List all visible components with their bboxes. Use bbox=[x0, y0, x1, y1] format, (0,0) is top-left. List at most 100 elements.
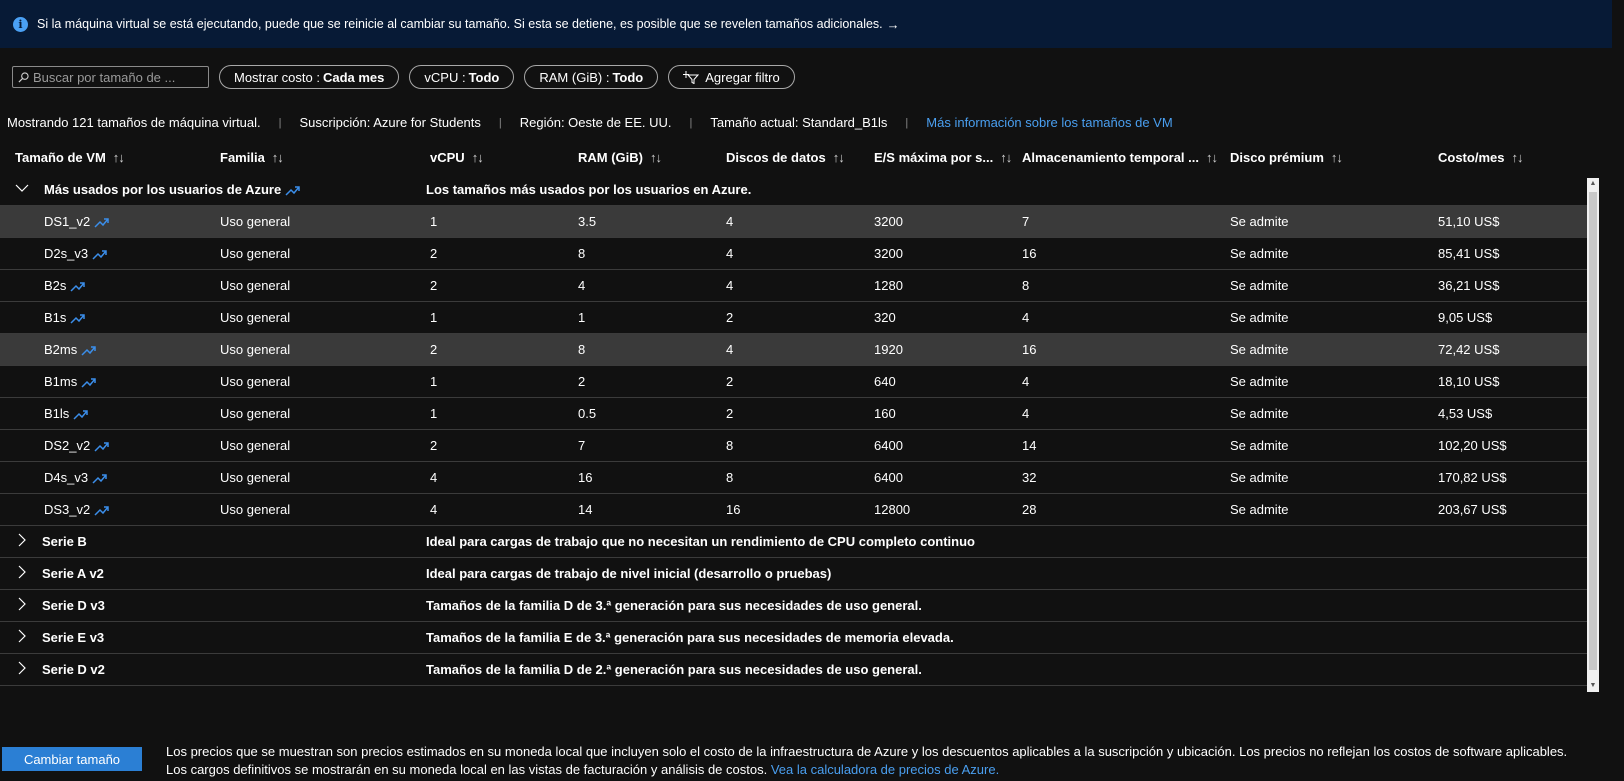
group-description: Tamaños de la familia D de 2.ª generació… bbox=[426, 662, 922, 677]
scroll-thumb[interactable] bbox=[1589, 192, 1597, 670]
column-header-label: Costo/mes bbox=[1438, 150, 1505, 165]
filter-bar: Mostrar costo :Cada mes vCPU :Todo RAM (… bbox=[12, 65, 805, 89]
group-row[interactable]: Serie B Ideal para cargas de trabajo que … bbox=[0, 526, 1588, 558]
column-header-label: RAM (GiB) bbox=[578, 150, 643, 165]
vcpu-cell: 2 bbox=[430, 438, 438, 453]
family-cell: Uso general bbox=[220, 342, 291, 357]
sort-icon: ↑↓ bbox=[271, 150, 284, 165]
scroll-up-icon[interactable]: ▲ bbox=[1587, 178, 1599, 190]
group-row[interactable]: Serie E v3 Tamaños de la familia E de 3.ª… bbox=[0, 622, 1588, 654]
trending-icon bbox=[92, 474, 107, 484]
ram-filter-label: RAM (GiB) : bbox=[539, 69, 610, 85]
vcpu-filter-pill[interactable]: vCPU : Todo bbox=[409, 65, 515, 89]
family-cell: Uso general bbox=[220, 406, 291, 421]
vm-size-cell: B2ms bbox=[44, 342, 97, 357]
family-cell: Uso general bbox=[220, 502, 291, 517]
table-row[interactable]: B1ls Uso general 1 0.5 2 160 4 Se admite 4,53 US… bbox=[0, 398, 1588, 430]
ram-cell: 3.5 bbox=[578, 214, 597, 229]
sort-icon: ↑↓ bbox=[1000, 150, 1012, 165]
cost-filter-pill[interactable]: Mostrar costo : Cada mes bbox=[219, 65, 400, 89]
vm-sizes-info-link[interactable]: Más información sobre los tamaños de VM bbox=[926, 115, 1172, 130]
chevron-right-icon[interactable] bbox=[15, 533, 29, 547]
sort-icon: ↑↓ bbox=[1511, 150, 1523, 165]
vm-size-cell: B1s bbox=[44, 310, 86, 325]
vm-size-name: D2s_v3 bbox=[44, 246, 89, 261]
table-row[interactable]: B1ms Uso general 1 2 2 640 4 Se admite 18,10 US$ bbox=[0, 366, 1588, 398]
chevron-right-icon[interactable] bbox=[15, 565, 29, 579]
arrow-right-icon[interactable]: → bbox=[887, 17, 900, 32]
vm-size-cell: D2s_v3 bbox=[44, 246, 108, 261]
group-row[interactable]: Tamaños de VM de almacenamiento no Premi… bbox=[0, 686, 1588, 692]
sort-icon: ↑↓ bbox=[832, 150, 845, 165]
search-box[interactable] bbox=[12, 66, 209, 88]
info-icon: i bbox=[13, 16, 28, 32]
pricing-calculator-link[interactable]: Vea la calculadora de precios de Azure. bbox=[771, 762, 999, 777]
premium-disk-cell: Se admite bbox=[1230, 374, 1289, 389]
table-row[interactable]: B2ms Uso general 2 8 4 1920 16 Se admite 72,42 U… bbox=[0, 334, 1588, 366]
vertical-scrollbar[interactable]: ▲ ▼ bbox=[1587, 178, 1599, 692]
max-iops-cell: 12800 bbox=[874, 502, 911, 517]
add-filter-button[interactable]: Agregar filtro bbox=[668, 65, 795, 89]
column-header-label: Almacenamiento temporal ... bbox=[1022, 150, 1199, 165]
vcpu-filter-value: Todo bbox=[468, 69, 500, 85]
chevron-right-icon[interactable] bbox=[15, 661, 29, 675]
column-header-vcpu[interactable]: vCPU ↑↓ bbox=[430, 150, 484, 165]
vm-size-cell: DS2_v2 bbox=[44, 438, 110, 453]
column-header-premium-disk[interactable]: Disco prémium ↑↓ bbox=[1230, 150, 1343, 165]
chevron-right-icon[interactable] bbox=[15, 597, 29, 611]
table-row[interactable]: DS2_v2 Uso general 2 7 8 6400 14 Se admite 102,2… bbox=[0, 430, 1588, 462]
ram-cell: 0.5 bbox=[578, 406, 597, 421]
group-description: Tamaños de la familia D de 3.ª generació… bbox=[426, 598, 922, 613]
table-row[interactable]: DS3_v2 Uso general 4 14 16 12800 28 Se admite 20… bbox=[0, 494, 1588, 526]
data-disks-cell: 16 bbox=[726, 502, 741, 517]
family-cell: Uso general bbox=[220, 310, 291, 325]
family-cell: Uso general bbox=[220, 470, 291, 485]
resize-button[interactable]: Cambiar tamaño bbox=[2, 747, 142, 771]
chevron-down-icon[interactable] bbox=[15, 181, 29, 195]
column-header-max-iops[interactable]: E/S máxima por s... ↑↓ bbox=[874, 150, 1012, 165]
table-row[interactable]: DS1_v2 Uso general 1 3.5 4 3200 7 Se admite 51,1… bbox=[0, 206, 1588, 238]
vm-size-cell: B1ms bbox=[44, 374, 97, 389]
ram-filter-pill[interactable]: RAM (GiB) : Todo bbox=[524, 65, 659, 89]
column-header-cost[interactable]: Costo/mes ↑↓ bbox=[1438, 150, 1523, 165]
group-row[interactable]: Serie D v3 Tamaños de la familia D de 3.ª… bbox=[0, 590, 1588, 622]
table-row[interactable]: B2s Uso general 2 4 4 1280 8 Se admite 36,21 US$ bbox=[0, 270, 1588, 302]
cost-cell: 9,05 US$ bbox=[1438, 310, 1493, 325]
vcpu-cell: 1 bbox=[430, 214, 438, 229]
ram-cell: 16 bbox=[578, 470, 593, 485]
column-header-temp-storage[interactable]: Almacenamiento temporal ... ↑↓ bbox=[1022, 150, 1218, 165]
column-header-size[interactable]: Tamaño de VM ↑↓ bbox=[15, 150, 125, 165]
ram-cell: 8 bbox=[578, 342, 586, 357]
vm-size-cell: DS1_v2 bbox=[44, 214, 110, 229]
group-name: Serie E v3 bbox=[42, 630, 105, 645]
column-header-ram[interactable]: RAM (GiB) ↑↓ bbox=[578, 150, 662, 165]
group-row-most-used[interactable]: Más usados por los usuarios de Azure Los… bbox=[0, 174, 1588, 206]
ram-cell: 7 bbox=[578, 438, 586, 453]
temp-storage-cell: 7 bbox=[1022, 214, 1030, 229]
group-description: Ideal para cargas de trabajo que no nece… bbox=[426, 534, 975, 549]
group-row[interactable]: Serie D v2 Tamaños de la familia D de 2.ª… bbox=[0, 654, 1588, 686]
max-iops-cell: 160 bbox=[874, 406, 896, 421]
current-size-info: Tamaño actual: Standard_B1ls bbox=[710, 115, 888, 130]
data-disks-cell: 8 bbox=[726, 438, 734, 453]
premium-disk-cell: Se admite bbox=[1230, 278, 1289, 293]
max-iops-cell: 6400 bbox=[874, 470, 903, 485]
table-row[interactable]: D4s_v3 Uso general 4 16 8 6400 32 Se admite 170,… bbox=[0, 462, 1588, 494]
column-header-data-disks[interactable]: Discos de datos ↑↓ bbox=[726, 150, 845, 165]
column-header-family[interactable]: Familia ↑↓ bbox=[220, 150, 284, 165]
pricing-note: Los precios que se muestran son precios … bbox=[166, 743, 1576, 779]
temp-storage-cell: 4 bbox=[1022, 374, 1030, 389]
scroll-down-icon[interactable]: ▼ bbox=[1587, 680, 1599, 692]
search-input[interactable] bbox=[33, 69, 203, 85]
chevron-right-icon[interactable] bbox=[15, 629, 29, 643]
data-disks-cell: 4 bbox=[726, 214, 734, 229]
table-row[interactable]: D2s_v3 Uso general 2 8 4 3200 16 Se admite 85,41… bbox=[0, 238, 1588, 270]
group-row[interactable]: Serie A v2 Ideal para cargas de trabajo d… bbox=[0, 558, 1588, 590]
table-row[interactable]: B1s Uso general 1 1 2 320 4 Se admite 9,05 US$ bbox=[0, 302, 1588, 334]
vm-size-name: DS3_v2 bbox=[44, 502, 91, 517]
column-header-label: E/S máxima por s... bbox=[874, 150, 994, 165]
temp-storage-cell: 14 bbox=[1022, 438, 1037, 453]
temp-storage-cell: 28 bbox=[1022, 502, 1037, 517]
cost-cell: 36,21 US$ bbox=[1438, 278, 1500, 293]
temp-storage-cell: 4 bbox=[1022, 406, 1030, 421]
